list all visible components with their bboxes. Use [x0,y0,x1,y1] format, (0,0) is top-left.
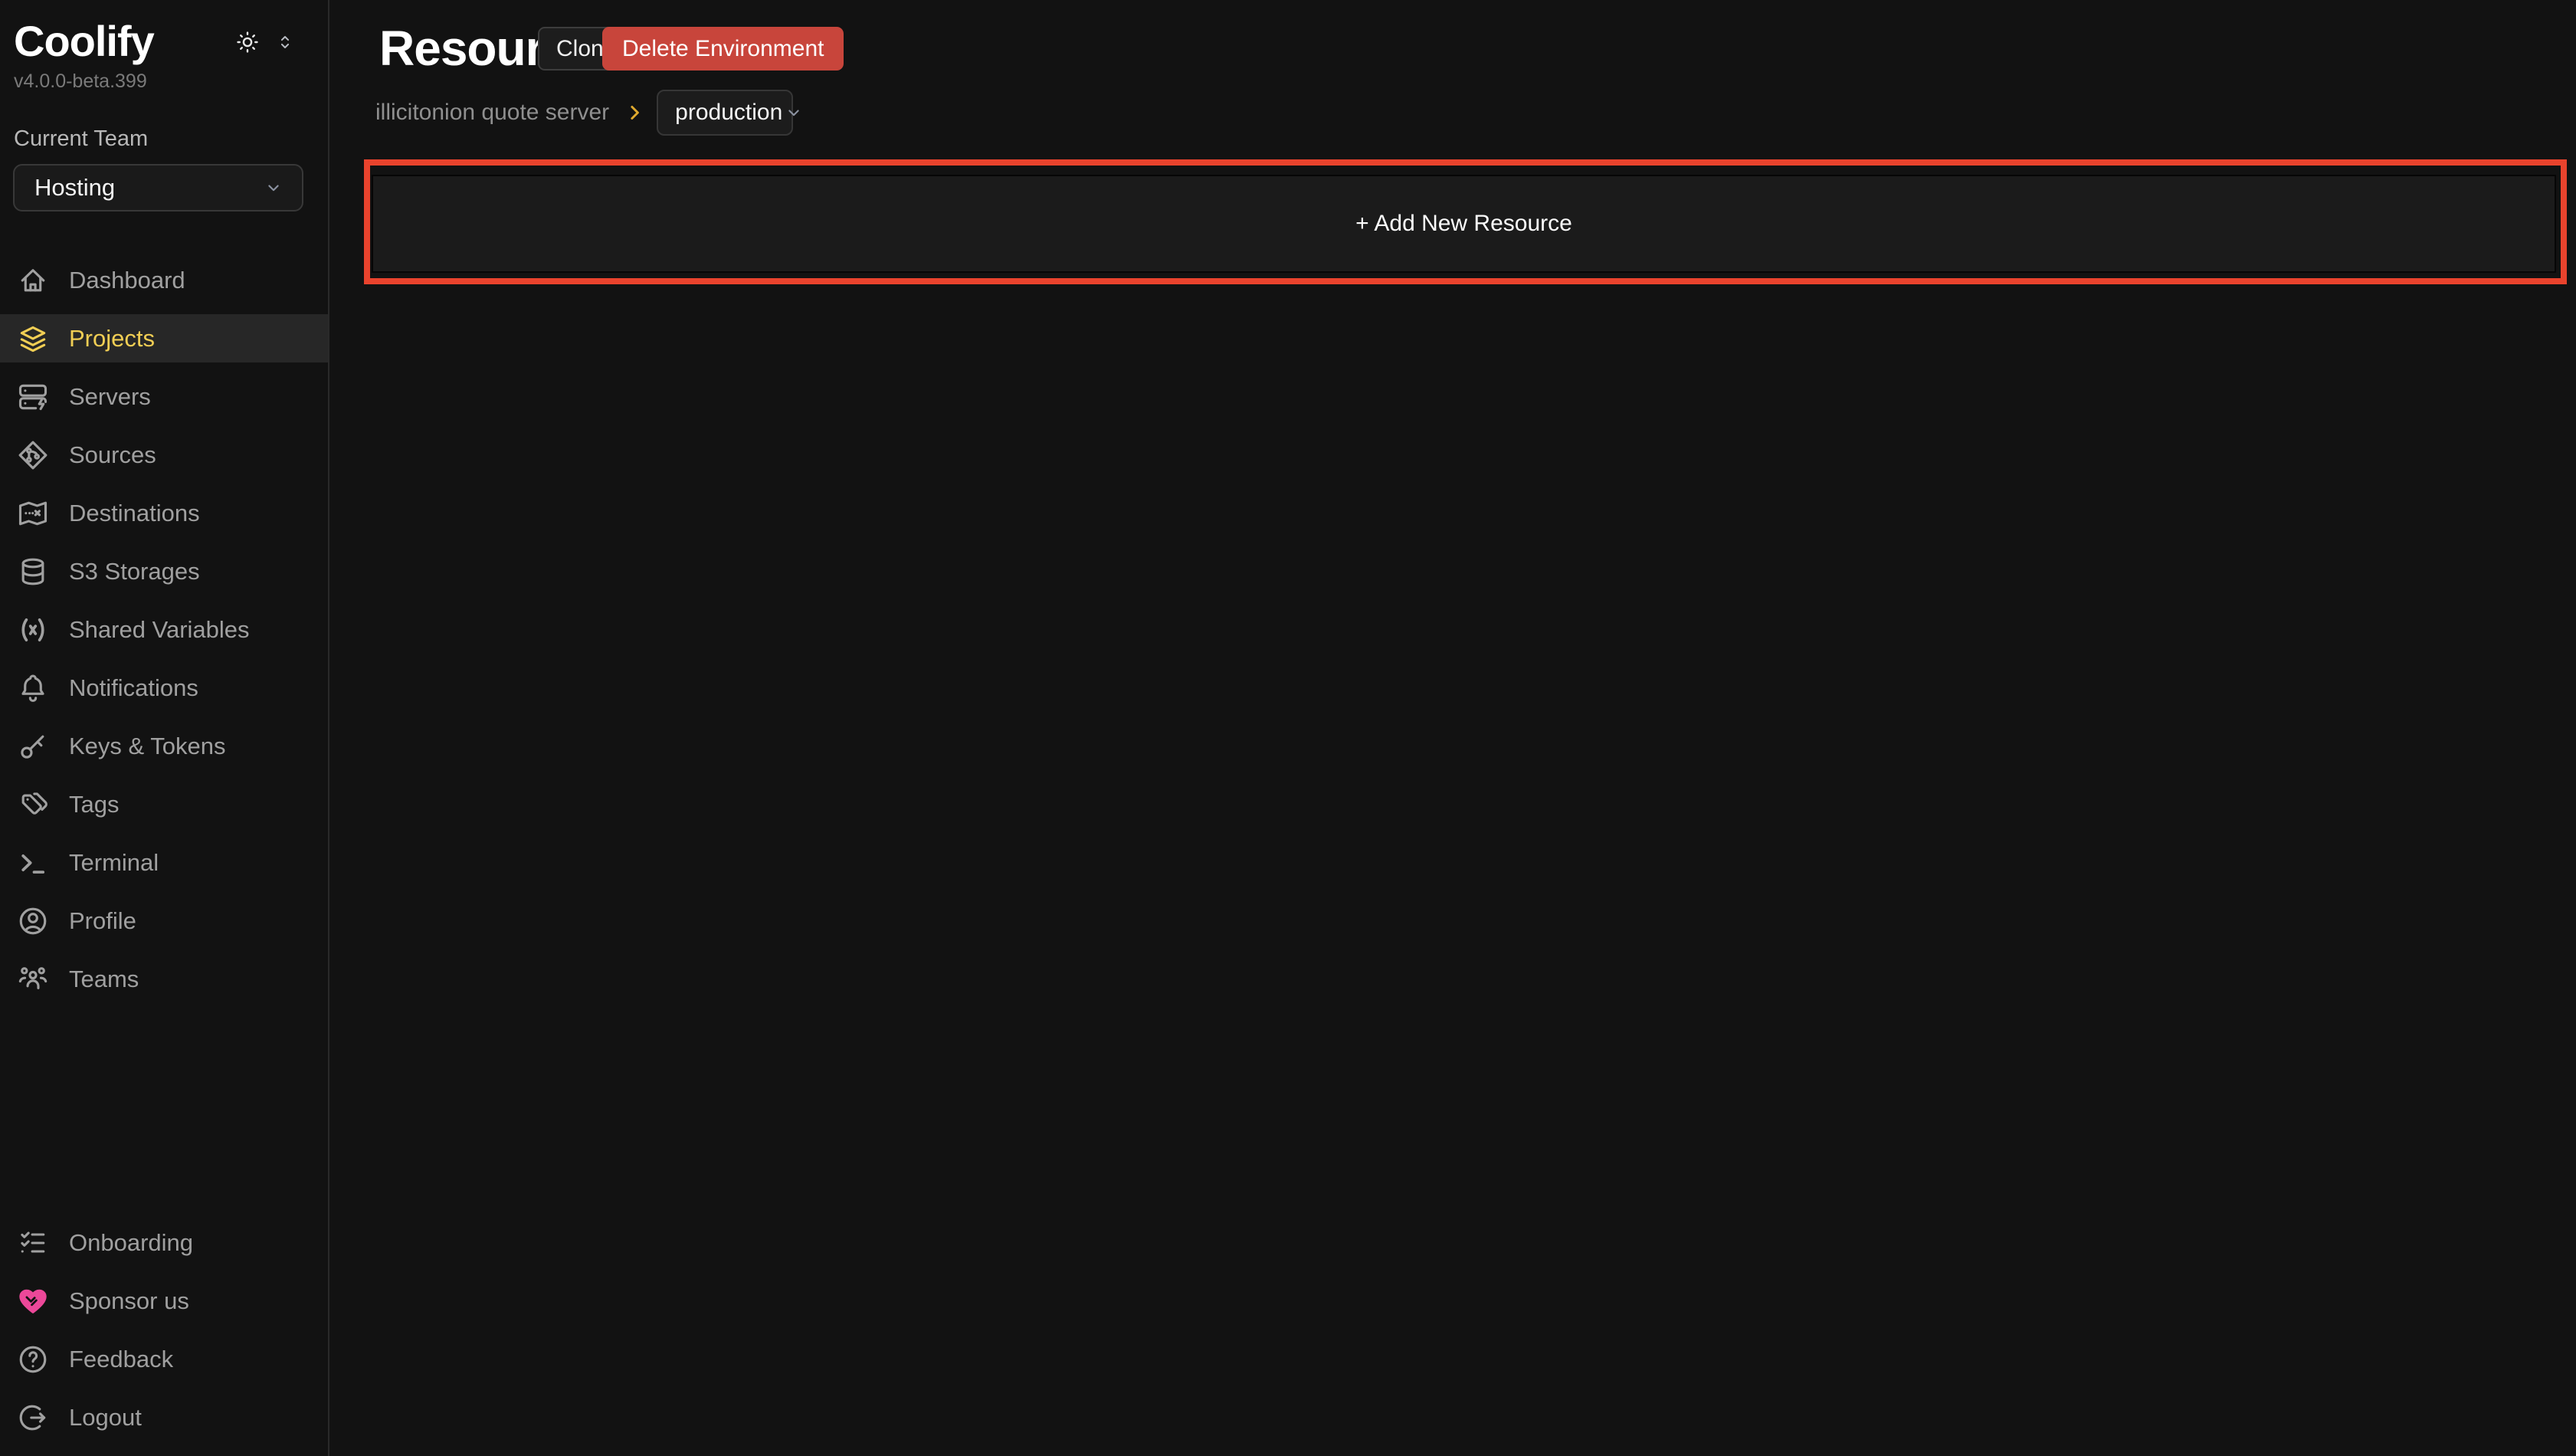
current-team-label: Current Team [14,126,328,152]
sidebar-item-profile[interactable]: Profile [0,897,328,945]
home-icon [16,264,50,297]
delete-environment-button[interactable]: Delete Environment [602,27,844,71]
chevron-up-down-icon[interactable] [274,31,296,57]
users-group-icon [16,962,50,996]
chevron-right-icon [609,101,657,124]
sidebar-item-label: Sponsor us [69,1287,189,1315]
heart-hands-icon [16,1284,50,1318]
sidebar-nav: Dashboard Projects Servers Sources [0,256,328,1003]
app-root: Coolify v4.0.0-beta.399 Current Team Hos… [0,0,2576,1456]
help-circle-icon [16,1343,50,1376]
sidebar-header: Coolify v4.0.0-beta.399 [0,0,328,93]
sidebar-item-label: Dashboard [69,267,185,294]
layers-stack-icon [16,322,50,356]
sidebar-item-shared-variables[interactable]: Shared Variables [0,605,328,654]
team-select-value: Hosting [34,174,115,202]
sun-icon[interactable] [234,29,261,59]
sidebar: Coolify v4.0.0-beta.399 Current Team Hos… [0,0,329,1456]
sidebar-item-label: Shared Variables [69,616,250,644]
sidebar-footer: Onboarding Sponsor us Feedback Logout [0,1218,328,1451]
sidebar-item-label: Terminal [69,849,159,877]
sidebar-item-label: Projects [69,325,155,353]
sidebar-item-keys-tokens[interactable]: Keys & Tokens [0,722,328,770]
sidebar-item-notifications[interactable]: Notifications [0,664,328,712]
sidebar-item-terminal[interactable]: Terminal [0,838,328,887]
chevron-down-icon [262,176,285,199]
user-circle-icon [16,904,50,938]
map-x-icon [16,497,50,530]
sidebar-item-label: Onboarding [69,1229,193,1257]
sidebar-item-sponsor-us[interactable]: Sponsor us [0,1277,328,1325]
sidebar-item-label: Teams [69,966,139,993]
sidebar-item-dashboard[interactable]: Dashboard [0,256,328,304]
sidebar-item-label: Tags [69,791,119,818]
sidebar-item-label: Feedback [69,1346,173,1373]
app-version: v4.0.0-beta.399 [14,71,328,93]
environment-select[interactable]: production [657,90,793,136]
main-content: Resources Clone Delete Environment illic… [329,0,2576,1456]
sidebar-item-s3-storages[interactable]: S3 Storages [0,547,328,595]
sidebar-item-label: Profile [69,907,136,935]
sidebar-item-projects[interactable]: Projects [0,314,328,362]
parentheses-x-icon [16,613,50,647]
server-bolt-icon [16,380,50,414]
sidebar-item-sources[interactable]: Sources [0,431,328,479]
sidebar-item-label: Logout [69,1404,142,1431]
database-icon [16,555,50,589]
sidebar-item-tags[interactable]: Tags [0,780,328,828]
git-diamond-icon [16,438,50,472]
sidebar-item-label: Keys & Tokens [69,733,225,760]
sidebar-item-servers[interactable]: Servers [0,372,328,421]
chevron-down-icon [782,101,805,124]
sidebar-item-label: Sources [69,441,156,469]
checklist-icon [16,1226,50,1260]
team-select[interactable]: Hosting [13,164,303,212]
sidebar-item-label: Servers [69,383,151,411]
annotation-highlight: + Add New Resource [364,159,2567,284]
tags-icon [16,788,50,821]
sidebar-item-label: Destinations [69,500,200,527]
key-icon [16,730,50,763]
add-new-resource-button[interactable]: + Add New Resource [372,175,2556,273]
sidebar-item-logout[interactable]: Logout [0,1393,328,1441]
breadcrumb: illicitonion quote server production [375,90,793,136]
logout-arrow-icon [16,1401,50,1435]
sidebar-item-onboarding[interactable]: Onboarding [0,1218,328,1267]
environment-select-value: production [675,100,782,126]
theme-controls [234,29,296,59]
add-new-resource-label: + Add New Resource [1355,211,1572,237]
breadcrumb-project-link[interactable]: illicitonion quote server [375,100,609,126]
sidebar-item-label: Notifications [69,674,198,702]
sidebar-item-teams[interactable]: Teams [0,955,328,1003]
bell-icon [16,671,50,705]
sidebar-item-label: S3 Storages [69,558,200,585]
terminal-prompt-icon [16,846,50,880]
sidebar-item-destinations[interactable]: Destinations [0,489,328,537]
sidebar-item-feedback[interactable]: Feedback [0,1335,328,1383]
